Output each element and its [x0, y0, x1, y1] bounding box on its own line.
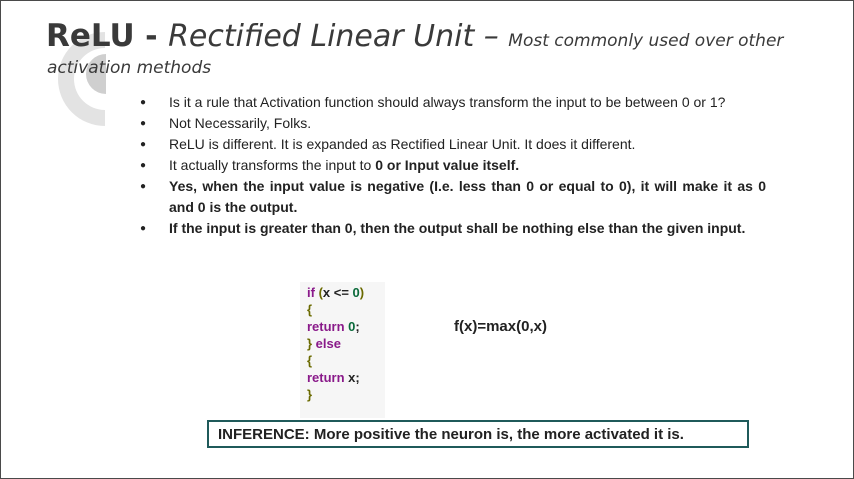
code-paren: ( [314, 285, 323, 300]
bullet-list: Is it a rule that Activation function sh… [140, 92, 766, 239]
code-line: if (x <= 0) [307, 284, 385, 301]
code-line: return x; [307, 369, 385, 386]
code-brace: { [307, 302, 313, 317]
code-line: { [307, 301, 385, 318]
code-keyword: else [315, 336, 341, 351]
code-line: return 0; [307, 318, 385, 335]
bullet-item: Not Necessarily, Folks. [140, 113, 766, 134]
bullet-item: It actually transforms the input to 0 or… [140, 155, 766, 176]
code-expr: x <= [322, 285, 353, 300]
bullet-text: If the input is greater than 0, then the… [169, 220, 746, 236]
title-small-text: Most commonly used over other [508, 31, 784, 51]
code-brace: } [307, 387, 313, 402]
bullet-item: If the input is greater than 0, then the… [140, 218, 766, 239]
code-keyword: if [307, 285, 315, 300]
title-dash: – [474, 19, 509, 54]
code-keyword: return [307, 370, 349, 385]
slide-subtitle: activation methods [47, 58, 212, 78]
title-relu: ReLU [46, 18, 135, 54]
bullet-item: Yes, when the input value is negative (I… [140, 176, 766, 218]
code-paren: ) [359, 285, 365, 300]
bullet-text: Is it a rule that Activation function sh… [169, 94, 726, 110]
code-number: 0 [352, 285, 360, 300]
relu-formula: f(x)=max(0,x) [454, 318, 547, 335]
title-rectified-linear-unit: Rectified Linear Unit [168, 19, 475, 54]
code-snippet: if (x <= 0) { return 0; } else { return … [300, 282, 385, 418]
inference-box: INFERENCE: More positive the neuron is, … [207, 420, 749, 448]
title-separator: - [134, 19, 169, 54]
code-semicolon: ; [355, 319, 360, 334]
code-line: } [307, 386, 385, 403]
slide-title: ReLU - Rectified Linear Unit – Most comm… [46, 18, 826, 59]
bullet-item: Is it a rule that Activation function sh… [140, 92, 766, 113]
code-line: } else [307, 335, 385, 352]
code-brace: { [307, 353, 313, 368]
bullet-text: Yes, when the input value is negative (I… [169, 178, 766, 215]
code-keyword: return [307, 319, 349, 334]
bullet-bold-text: 0 or Input value itself. [375, 157, 520, 173]
bullet-text: ReLU is different. It is expanded as Rec… [169, 136, 636, 152]
code-expr: x; [348, 370, 360, 385]
bullet-text: Not Necessarily, Folks. [169, 115, 312, 131]
code-brace: } [307, 336, 316, 351]
bullet-text: It actually transforms the input to [169, 157, 376, 173]
code-line: { [307, 352, 385, 369]
bullet-item: ReLU is different. It is expanded as Rec… [140, 134, 766, 155]
